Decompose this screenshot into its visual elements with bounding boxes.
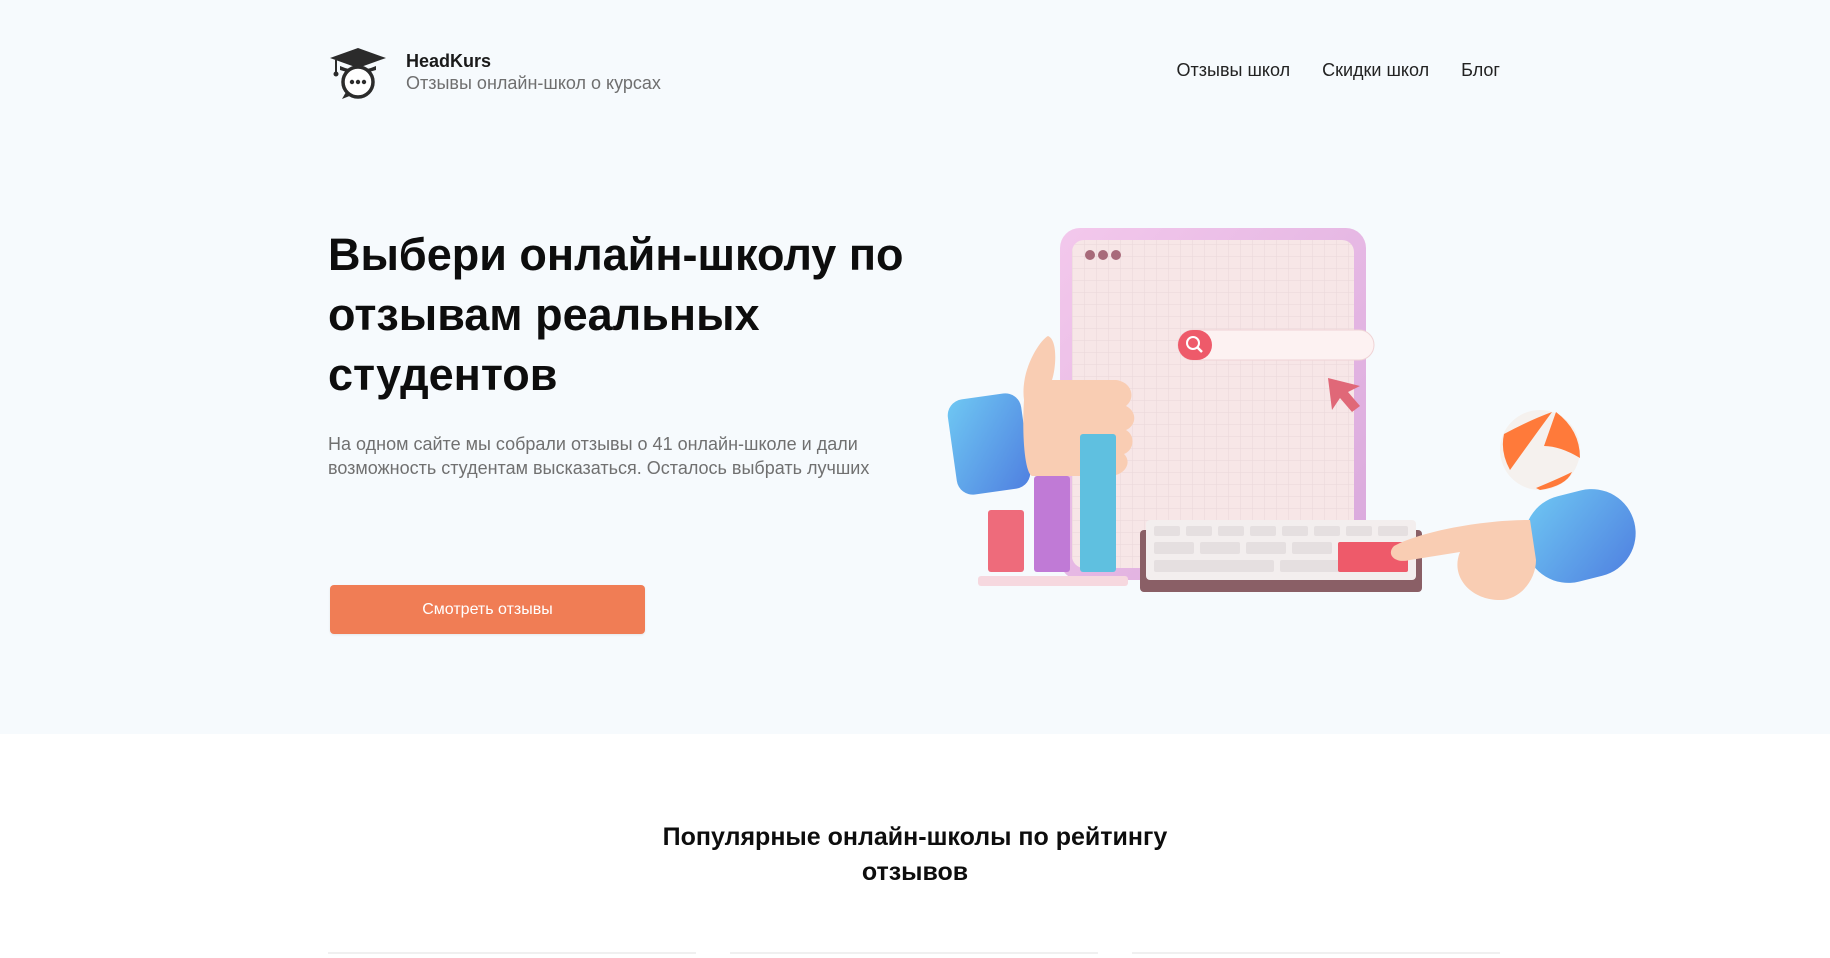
- school-card[interactable]: [1132, 952, 1500, 958]
- view-reviews-button[interactable]: Смотреть отзывы: [330, 585, 645, 634]
- brand-text: HeadKurs Отзывы онлайн-школ о курсах: [406, 50, 661, 94]
- beach-ball: [1500, 410, 1580, 490]
- search-bar: [1177, 329, 1375, 361]
- hero-section: HeadKurs Отзывы онлайн-школ о курсах Отз…: [0, 0, 1830, 734]
- school-cards-row: [328, 952, 1500, 958]
- school-card[interactable]: [328, 952, 696, 958]
- nav-link-reviews[interactable]: Отзывы школ: [1177, 60, 1291, 81]
- hero-title: Выбери онлайн-школу по отзывам реальных …: [328, 229, 904, 400]
- hero-illustration: [947, 228, 1636, 600]
- brand[interactable]: HeadKurs Отзывы онлайн-школ о курсах: [328, 44, 661, 100]
- brand-name: HeadKurs: [406, 51, 492, 71]
- pointing-hand: [1390, 489, 1636, 600]
- main-nav: Отзывы школ Скидки школ Блог: [1177, 60, 1500, 81]
- nav-link-discounts[interactable]: Скидки школ: [1322, 60, 1429, 81]
- school-card[interactable]: [730, 952, 1098, 958]
- nav-link-blog[interactable]: Блог: [1461, 60, 1500, 81]
- hero-description: На одном сайте мы собрали отзывы о 41 он…: [328, 434, 870, 478]
- popular-schools-title: Популярные онлайн-школы по рейтингу отзы…: [662, 823, 1168, 886]
- logo-icon: [330, 48, 386, 99]
- brand-tagline: Отзывы онлайн-школ о курсах: [406, 73, 661, 93]
- keyboard: [1140, 520, 1422, 592]
